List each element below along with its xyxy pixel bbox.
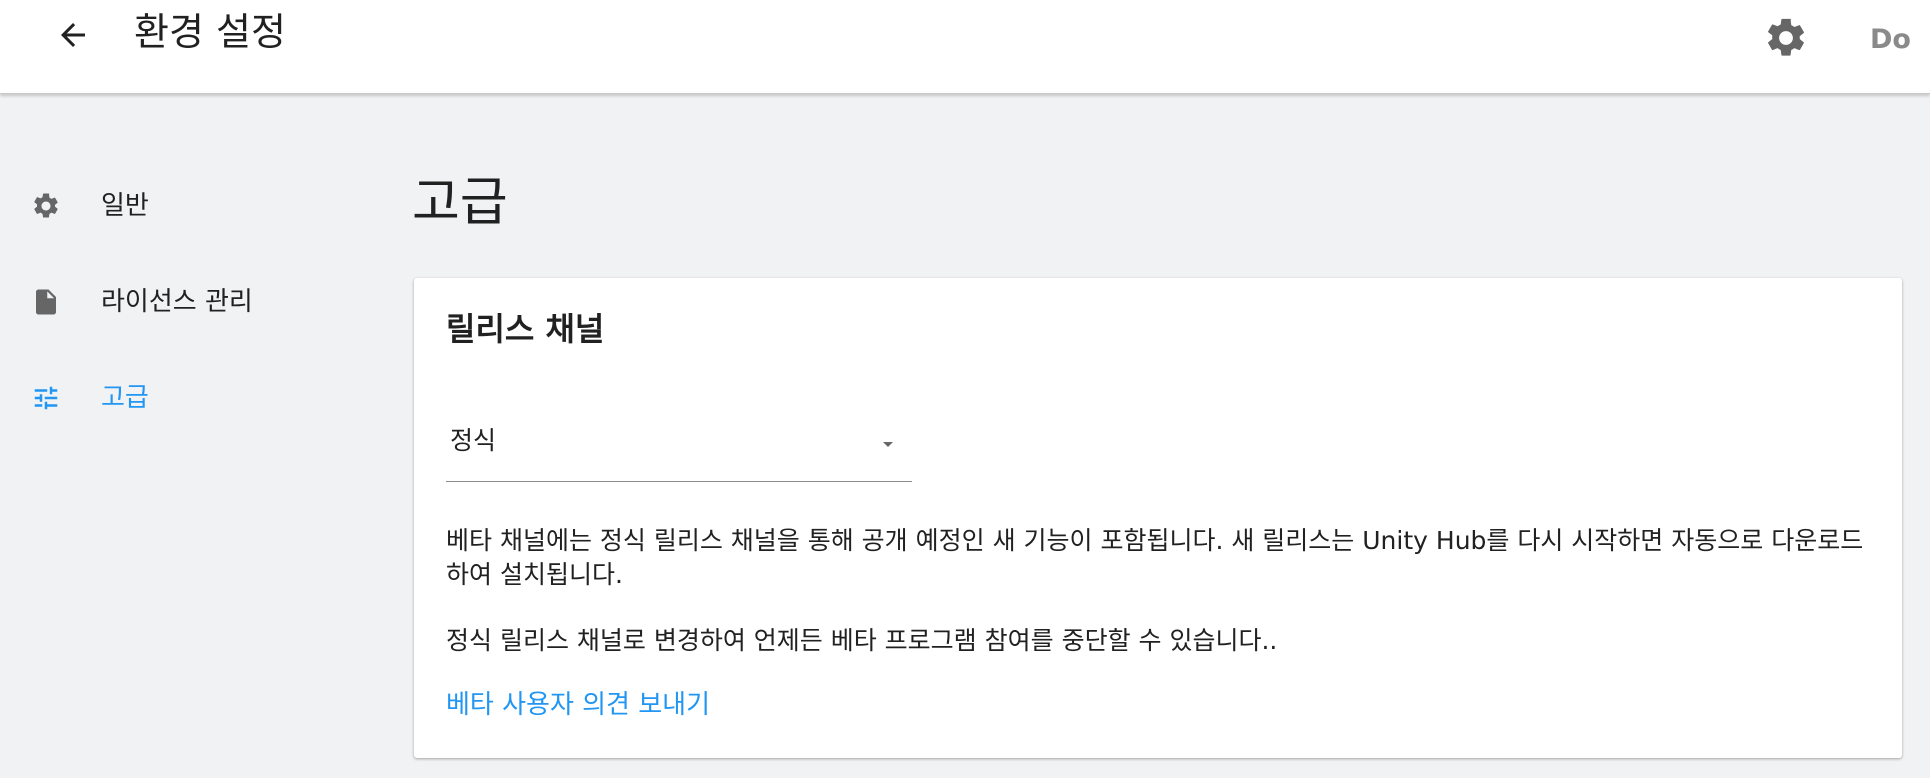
- sidebar-item-advanced[interactable]: 고급: [0, 362, 380, 434]
- beta-opt-out-note: 정식 릴리스 채널로 변경하여 언제든 베타 프로그램 참여를 중단할 수 있습…: [446, 626, 1278, 655]
- sidebar-item-general[interactable]: 일반: [0, 170, 380, 242]
- document-icon: [30, 286, 62, 318]
- sidebar-item-label: 고급: [101, 383, 149, 413]
- user-account-button[interactable]: Do: [1870, 20, 1911, 60]
- sidebar-item-license[interactable]: 라이선스 관리: [0, 266, 380, 338]
- sidebar-item-label: 일반: [101, 191, 149, 221]
- tune-sliders-icon: [30, 382, 62, 414]
- beta-description: 베타 채널에는 정식 릴리스 채널을 통해 공개 예정인 새 기능이 포함됩니다…: [446, 526, 1864, 589]
- release-channel-select[interactable]: 정식: [446, 412, 912, 482]
- gear-icon: [1763, 15, 1809, 65]
- release-channel-card: 릴리스 채널 정식 베타 채널에는 정식 릴리스 채널을 통해 공개 예정인 새…: [414, 278, 1902, 758]
- arrow-left-icon: [55, 17, 91, 57]
- sidebar: 일반 라이선스 관리 고급: [0, 94, 400, 778]
- gear-icon: [30, 190, 62, 222]
- release-channel-value: 정식: [450, 426, 497, 455]
- card-title: 릴리스 채널: [446, 310, 605, 348]
- page-title: 고급: [412, 173, 508, 233]
- app-bar: 환경 설정 Do: [0, 0, 1930, 94]
- sidebar-item-label: 라이선스 관리: [101, 287, 253, 317]
- settings-button[interactable]: [1762, 16, 1810, 64]
- dropdown-arrow-icon: [876, 432, 900, 456]
- beta-feedback-link[interactable]: 베타 사용자 의견 보내기: [446, 688, 710, 722]
- app-bar-title: 환경 설정: [134, 10, 286, 54]
- back-button[interactable]: [48, 12, 98, 62]
